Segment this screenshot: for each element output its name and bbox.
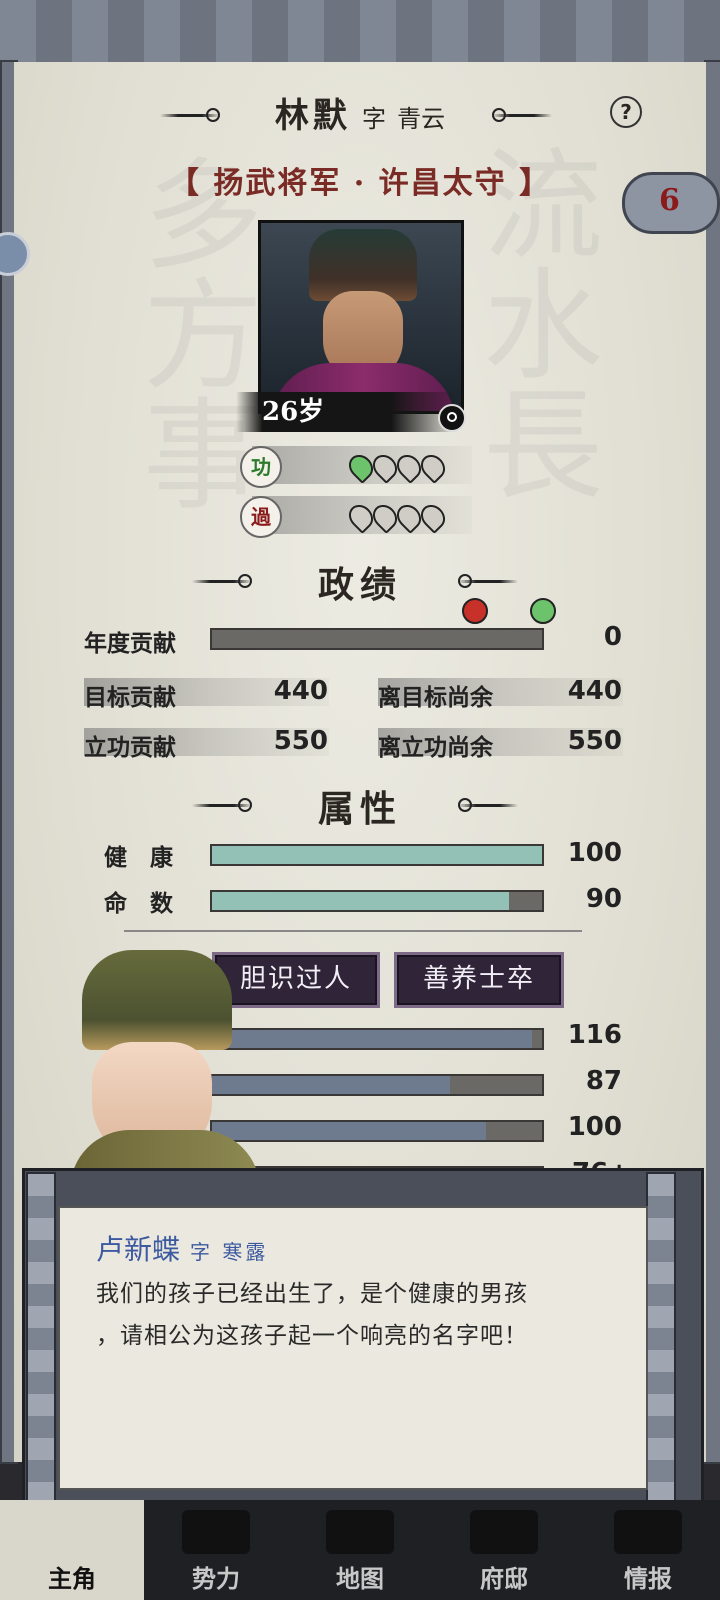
flourish-right (458, 574, 518, 588)
faction-icon (182, 1510, 250, 1554)
nav-tab-protagonist[interactable]: 主角 (0, 1500, 144, 1600)
merit-contribution-value: 550 (273, 726, 328, 756)
scroll-rod-left (26, 1172, 56, 1516)
nav-label: 府邸 (480, 1564, 528, 1593)
remaining-target-value: 440 (567, 676, 622, 706)
target-contribution-label: 目标贡献 (84, 684, 176, 711)
fate-value: 90 (585, 884, 622, 914)
nav-tab-faction[interactable]: 势力 (144, 1500, 288, 1600)
dialog-line: 我们的孩子已经出生了，是个健康的男孩 (96, 1281, 528, 1307)
fate-fill (212, 892, 509, 910)
speaker-portrait (70, 950, 260, 1190)
speaker-hat (82, 950, 232, 1050)
speaker-name: 卢新蝶 (96, 1233, 181, 1266)
bottom-nav: 主角 势力 地图 府邸 情报 (0, 1500, 720, 1600)
stat-value: 87 (585, 1066, 622, 1096)
help-icon[interactable]: ? (610, 96, 642, 128)
right-border (704, 60, 720, 1464)
flourish-left (160, 108, 220, 122)
target-marker-icon (462, 598, 488, 624)
nav-label: 主角 (48, 1564, 96, 1593)
merit-contribution-label: 立功贡献 (84, 734, 176, 761)
health-bar (210, 844, 544, 866)
gong-icon: 功 (240, 446, 282, 488)
stat-bar (210, 1028, 544, 1050)
scroll-rod-right (646, 1172, 676, 1516)
guo-icon: 過 (240, 496, 282, 538)
stat-bar (210, 1120, 544, 1142)
nav-label: 地图 (336, 1564, 384, 1593)
dialog-line: ，请相公为这孩子起一个响亮的名字吧！ (96, 1323, 528, 1349)
nav-label: 情报 (624, 1564, 672, 1593)
nav-label: 势力 (192, 1564, 240, 1593)
nav-tab-mansion[interactable]: 府邸 (432, 1500, 576, 1600)
map-icon (326, 1510, 394, 1554)
nav-tab-intel[interactable]: 情报 (576, 1500, 720, 1600)
flourish-right (458, 798, 518, 812)
achievements-title: 政绩 (317, 564, 402, 606)
flourish-right (492, 108, 552, 122)
character-name: 林默 (274, 96, 351, 136)
speaker-name-row: 卢新蝶字 寒露 (96, 1228, 268, 1268)
remaining-target-label: 离目标尚余 (378, 684, 493, 711)
annual-contribution-value: 0 (603, 622, 622, 652)
section-divider (124, 930, 582, 932)
annual-contribution-label: 年度贡献 (84, 630, 176, 657)
fate-label: 命 数 (104, 890, 173, 917)
remaining-merit-label: 离立功尚余 (378, 734, 493, 761)
merit-marker-icon (530, 598, 556, 624)
target-contribution-value: 440 (273, 676, 328, 706)
badge-number: 6 (659, 183, 680, 218)
character-portrait[interactable] (258, 220, 464, 414)
intel-icon (614, 1510, 682, 1554)
attributes-title: 属性 (317, 788, 402, 830)
stat-value: 116 (567, 1020, 622, 1050)
remaining-merit-value: 550 (567, 726, 622, 756)
mansion-icon (470, 1510, 538, 1554)
top-decorative-border (0, 0, 720, 68)
annual-contribution-track (210, 628, 544, 650)
courtesy-label: 字 (362, 105, 386, 133)
cloud-badge[interactable]: 6 (622, 172, 720, 234)
age-label: 26岁 (262, 397, 325, 427)
official-title: 【 扬武将军 · 许昌太守 】 (168, 166, 552, 201)
trait-badge[interactable]: 善养士卒 (394, 952, 564, 1008)
stat-bar (210, 1074, 544, 1096)
fate-bar (210, 890, 544, 912)
courtesy-name: 青云 (397, 105, 446, 133)
magnify-icon[interactable] (438, 404, 466, 432)
health-value: 100 (567, 838, 622, 868)
stat-fill (212, 1030, 533, 1048)
nav-tab-map[interactable]: 地图 (288, 1500, 432, 1600)
stat-value: 100 (567, 1112, 622, 1142)
health-fill (212, 846, 542, 864)
speaker-courtesy: 字 寒露 (190, 1240, 269, 1264)
health-label: 健 康 (104, 844, 173, 871)
